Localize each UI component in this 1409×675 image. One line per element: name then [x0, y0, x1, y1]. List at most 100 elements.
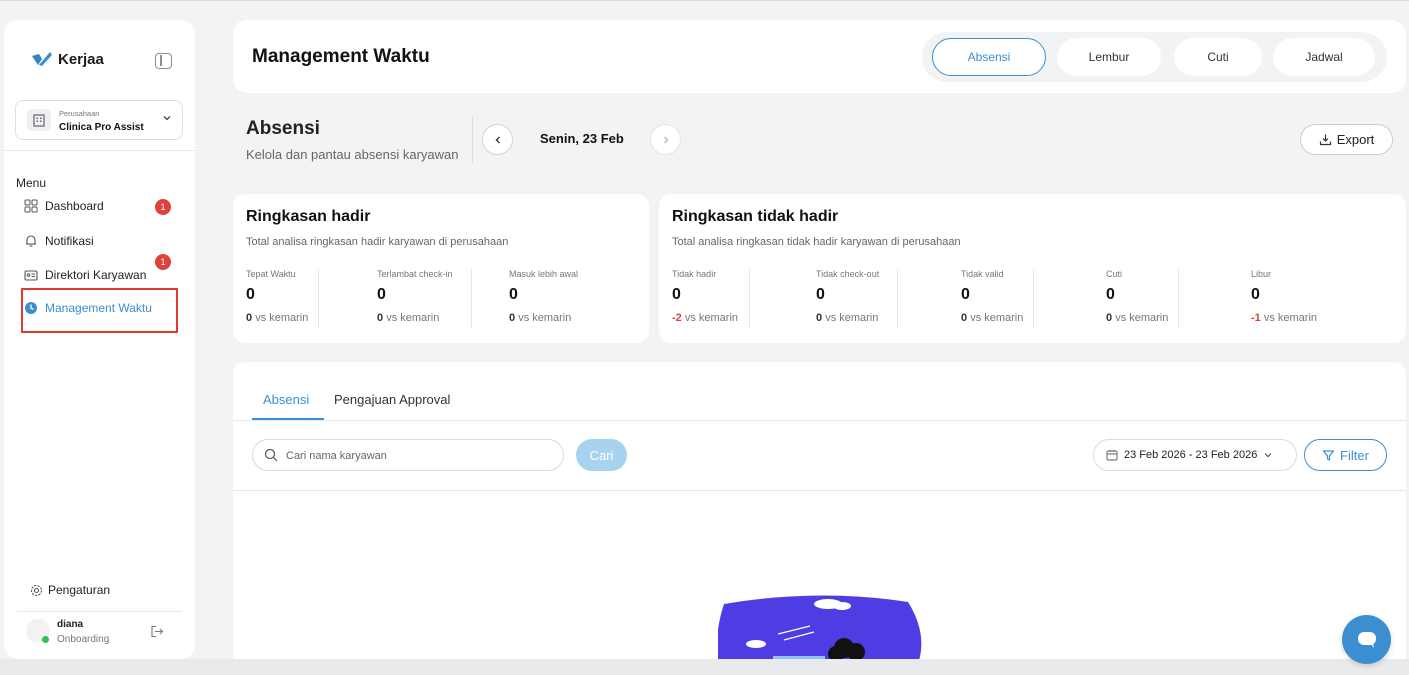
- search-icon: [264, 448, 278, 462]
- stat-value: 0: [246, 286, 255, 303]
- summary-hadir-card: Ringkasan hadir Total analisa ringkasan …: [233, 194, 649, 343]
- stat-change: 0 vs kemarin: [509, 312, 578, 324]
- card-title: Ringkasan tidak hadir: [672, 208, 839, 225]
- sidebar-collapse-icon[interactable]: [155, 53, 172, 69]
- date-range-picker[interactable]: 23 Feb 2026 - 23 Feb 2026: [1093, 439, 1297, 471]
- company-label: Perusahaan: [59, 109, 100, 118]
- stat-libur: Libur 0 -1 vs kemarin: [1251, 269, 1317, 324]
- stat-divider: [1033, 269, 1034, 329]
- filter-button[interactable]: Filter: [1304, 439, 1387, 471]
- stat-change: 0 vs kemarin: [246, 312, 308, 324]
- highlight-box: [21, 288, 178, 333]
- change-suffix: vs kemarin: [825, 312, 879, 324]
- stat-tidak-hadir: Tidak hadir 0 -2 vs kemarin: [672, 269, 738, 324]
- sidebar-divider: [17, 611, 182, 612]
- stat-label: Tepat Waktu: [246, 269, 296, 279]
- stat-change: 0 vs kemarin: [816, 312, 879, 324]
- stat-value: 0: [1106, 286, 1115, 303]
- prev-date-button[interactable]: [482, 124, 513, 155]
- attendance-list-panel: Absensi Pengajuan Approval Cari nama kar…: [233, 362, 1406, 675]
- sidebar-item-label: Dashboard: [45, 199, 104, 213]
- notification-badge: 1: [155, 254, 171, 270]
- page-title: Management Waktu: [252, 46, 430, 67]
- tab-absensi[interactable]: Absensi: [932, 38, 1046, 76]
- stat-change: 0 vs kemarin: [1106, 312, 1168, 324]
- brand[interactable]: Kerjaa: [32, 50, 104, 68]
- stat-tepat-waktu: Tepat Waktu 0 0 vs kemarin: [246, 269, 308, 324]
- stat-divider: [318, 269, 319, 329]
- tab-jadwal[interactable]: Jadwal: [1273, 38, 1375, 76]
- stat-value: 0: [377, 286, 386, 303]
- stat-divider: [749, 269, 750, 329]
- search-button[interactable]: Cari: [576, 439, 627, 471]
- brand-name: Kerjaa: [58, 50, 104, 68]
- stat-cuti: Cuti 0 0 vs kemarin: [1106, 269, 1168, 324]
- logout-icon[interactable]: [150, 625, 164, 638]
- user-name: diana: [57, 619, 84, 630]
- stat-divider: [1178, 269, 1179, 329]
- chat-button[interactable]: [1342, 615, 1391, 664]
- empty-state-illustration: [718, 595, 922, 664]
- next-date-button[interactable]: [650, 124, 681, 155]
- change-suffix: vs kemarin: [1263, 312, 1318, 324]
- tab-lembur[interactable]: Lembur: [1057, 38, 1161, 76]
- stat-label: Masuk lebih awal: [509, 269, 579, 279]
- settings-button[interactable]: Pengaturan: [30, 583, 110, 597]
- id-card-icon: [24, 268, 38, 282]
- tab-cuti[interactable]: Cuti: [1174, 38, 1262, 76]
- sidebar: Kerjaa Perusahaan Clinica Pro Assist Men…: [4, 20, 195, 659]
- stat-value: 0: [672, 286, 681, 303]
- change-value: -2: [672, 312, 682, 324]
- chevron-down-icon: [1264, 453, 1272, 458]
- stat-value: 0: [1251, 286, 1260, 303]
- company-selector[interactable]: Perusahaan Clinica Pro Assist: [15, 100, 183, 140]
- top-border: [0, 0, 1409, 1]
- filter-label: Filter: [1340, 447, 1369, 463]
- sidebar-item-notifikasi[interactable]: Notifikasi: [24, 230, 94, 252]
- stat-change: 0 vs kemarin: [377, 312, 453, 324]
- change-suffix: vs kemarin: [518, 312, 572, 324]
- stat-label: Terlambat check-in: [377, 269, 453, 279]
- stat-value: 0: [816, 286, 825, 303]
- chat-icon: [1357, 631, 1376, 648]
- stat-tidak-valid: Tidak valid 0 0 vs kemarin: [961, 269, 1023, 324]
- stat-label: Tidak hadir: [672, 269, 717, 279]
- change-value: 0: [246, 312, 253, 324]
- grid-icon: [24, 199, 38, 213]
- stat-tidak-check-out: Tidak check-out 0 0 vs kemarin: [816, 269, 879, 324]
- chevron-left-icon: [495, 136, 500, 143]
- stat-masuk-lebih-awal: Masuk lebih awal 0 0 vs kemarin: [509, 269, 578, 324]
- export-button[interactable]: Export: [1300, 124, 1393, 155]
- change-value: 0: [377, 312, 384, 324]
- vertical-divider: [472, 116, 473, 163]
- sidebar-item-dashboard[interactable]: Dashboard: [24, 195, 104, 217]
- sidebar-item-direktori-karyawan[interactable]: Direktori Karyawan: [24, 264, 146, 286]
- current-date: Senin, 23 Feb: [540, 131, 624, 146]
- online-status-dot: [42, 636, 49, 643]
- stat-value: 0: [509, 286, 518, 303]
- section-title: Absensi: [246, 118, 320, 139]
- stat-divider: [471, 269, 472, 329]
- change-suffix: vs kemarin: [386, 312, 440, 324]
- search-input[interactable]: Cari nama karyawan: [252, 439, 564, 471]
- stat-label: Cuti: [1106, 269, 1123, 279]
- chevron-right-icon: [663, 136, 668, 143]
- card-title: Ringkasan hadir: [246, 208, 371, 225]
- bottom-bar: [0, 659, 1409, 675]
- stat-change: -2 vs kemarin: [672, 312, 738, 324]
- company-name: Clinica Pro Assist: [59, 122, 144, 133]
- stat-value: 0: [961, 286, 970, 303]
- bell-icon: [24, 234, 38, 248]
- kerjaa-logo-icon: [32, 52, 52, 66]
- search-placeholder: Cari nama karyawan: [286, 450, 387, 462]
- filter-icon: [1322, 449, 1335, 461]
- tab-pengajuan-approval[interactable]: Pengajuan Approval: [334, 392, 450, 407]
- user-role: Onboarding: [57, 634, 110, 645]
- sidebar-item-label: Notifikasi: [45, 234, 94, 248]
- stat-change: -1 vs kemarin: [1251, 312, 1317, 324]
- sidebar-item-label: Direktori Karyawan: [45, 268, 147, 282]
- segmented-tabs: Absensi Lembur Cuti Jadwal: [922, 32, 1387, 82]
- tab-absensi-list[interactable]: Absensi: [263, 392, 309, 407]
- notification-badge: 1: [155, 199, 171, 215]
- menu-label: Menu: [16, 176, 47, 190]
